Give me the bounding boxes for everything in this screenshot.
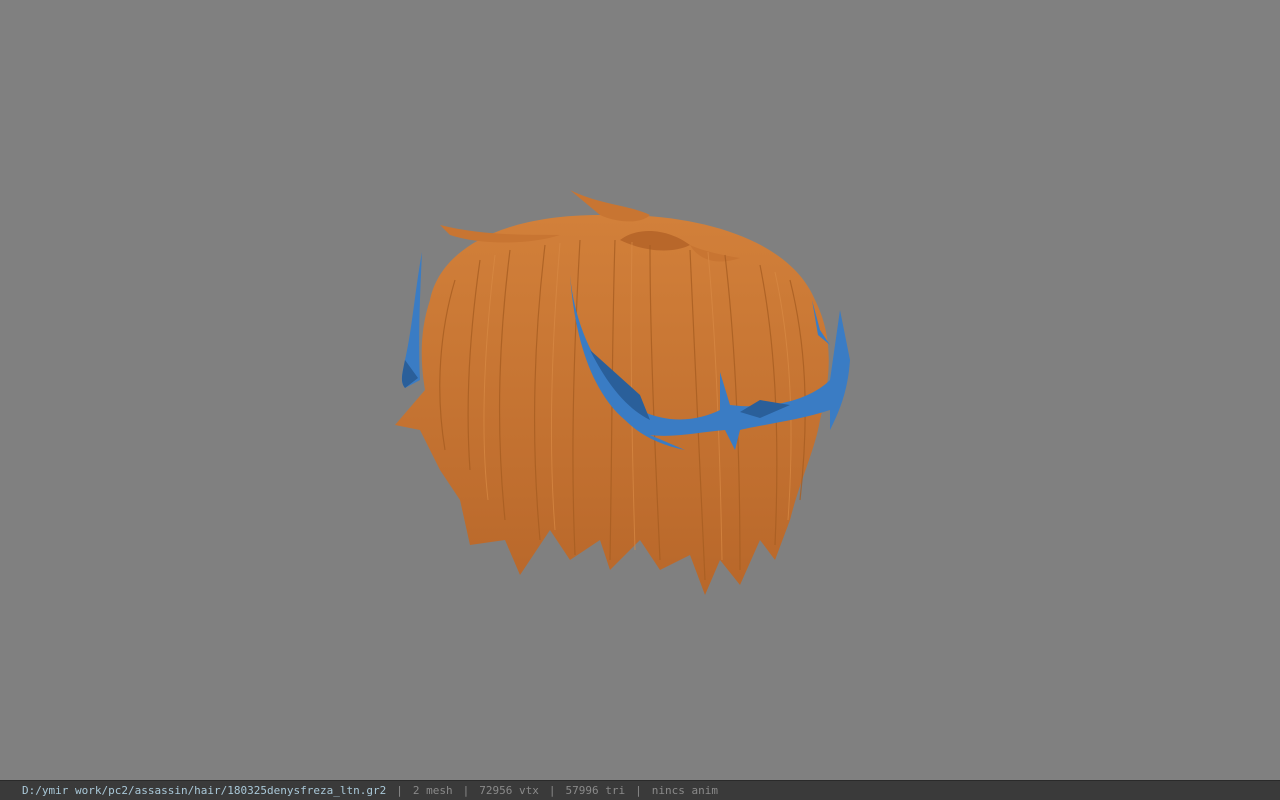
triangle-count: 57996 tri <box>565 784 626 797</box>
separator: | <box>548 784 556 797</box>
separator: | <box>396 784 403 797</box>
vertex-count: 72956 vtx <box>479 784 539 797</box>
3d-viewport[interactable] <box>0 0 1280 780</box>
file-path: D:/ymir work/pc2/assassin/hair/180325den… <box>22 784 387 797</box>
model-render <box>395 190 850 596</box>
separator: | <box>462 784 470 797</box>
mesh-count: 2 mesh <box>412 784 453 797</box>
separator: | <box>635 784 642 797</box>
anim-status: nincs anim <box>651 784 718 797</box>
status-bar: D:/ymir work/pc2/assassin/hair/180325den… <box>0 780 1280 800</box>
